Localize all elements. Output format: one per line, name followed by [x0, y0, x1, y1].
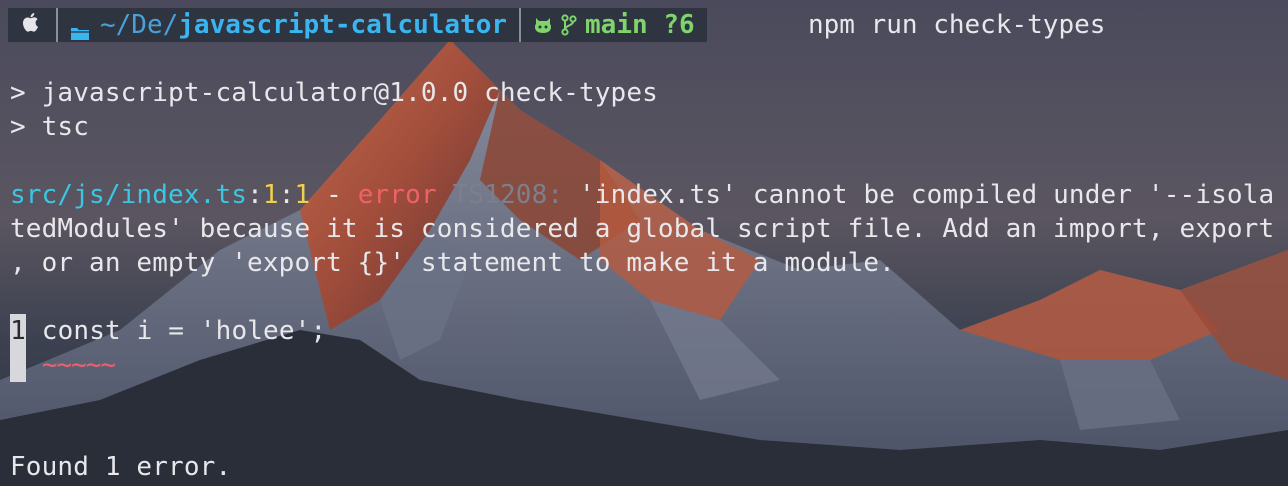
- error-message-part-3: , or an empty 'export {}' statement to m…: [10, 248, 895, 278]
- github-icon: [533, 16, 553, 34]
- code-text: const i = 'holee';: [26, 316, 327, 346]
- git-segment: main ?6: [521, 8, 707, 42]
- error-line-number: 1: [262, 180, 279, 210]
- code-gutter: [10, 348, 26, 382]
- error-header: src/js/index.ts:1:1 - error TS1208: 'ind…: [10, 178, 1274, 212]
- shell-prompt: ~/De/javascript-calculator main ?6: [8, 8, 707, 42]
- tsc-line: > tsc: [10, 112, 90, 142]
- squiggle-line: ~~~~~: [10, 348, 116, 382]
- path-prefix: ~/De/: [100, 10, 179, 40]
- code-excerpt-line: 1 const i = 'holee';: [10, 314, 326, 348]
- error-separator: :: [247, 180, 263, 210]
- code-line-number: 1: [10, 314, 26, 348]
- path-segment: ~/De/javascript-calculator: [58, 8, 520, 42]
- error-label: error: [357, 180, 437, 210]
- folder-icon: [70, 18, 90, 40]
- git-branch-icon: [561, 14, 577, 36]
- command-input[interactable]: npm run check-types: [808, 8, 1105, 42]
- error-message-part-1: 'index.ts' cannot be compiled under '--i…: [579, 180, 1275, 210]
- error-file-path[interactable]: src/js/index.ts: [10, 180, 247, 210]
- terminal-window[interactable]: ~/De/javascript-calculator main ?6 npm r…: [0, 0, 1288, 486]
- current-directory: javascript-calculator: [178, 10, 508, 40]
- error-dash: -: [310, 180, 358, 210]
- npm-script-line: > javascript-calculator@1.0.0 check-type…: [10, 78, 658, 108]
- error-column-number: 1: [294, 180, 311, 210]
- error-message-part-2: tedModules' because it is considered a g…: [10, 214, 1275, 244]
- summary-line: Found 1 error.: [10, 452, 232, 482]
- os-segment: [8, 8, 56, 42]
- error-code: TS1208:: [436, 180, 579, 210]
- apple-logo-icon: [22, 10, 42, 40]
- git-status-count: ?6: [663, 10, 695, 40]
- git-branch-name: main: [585, 10, 648, 40]
- error-squiggle: ~~~~~: [41, 350, 116, 380]
- error-separator: :: [278, 180, 295, 210]
